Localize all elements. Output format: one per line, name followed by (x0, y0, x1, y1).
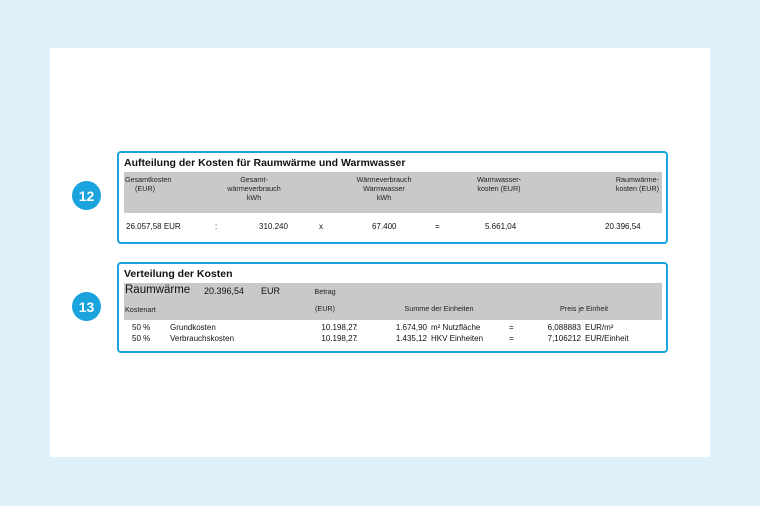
step-badge-13: 13 (72, 292, 101, 321)
row-percent: 50 % (132, 334, 151, 343)
row-colon: : (355, 323, 358, 332)
row-unit-name: HKV Einheiten (431, 334, 484, 343)
header-raumwaermekosten: Raumwärme- kosten (EUR) (615, 175, 659, 193)
cost-distribution-box: Verteilung der Kosten Raumwärme 20.396,5… (117, 262, 668, 353)
header-betrag: Betrag (EUR) (314, 287, 336, 313)
header-kostenart: Kostenart (125, 305, 156, 314)
row-units: 1.435,12 (395, 334, 427, 343)
row-price: 6,088883 (547, 323, 581, 332)
row-price: 7,106212 (547, 334, 581, 343)
header-warmwasserkosten: Warmwasser- kosten (EUR) (476, 175, 522, 193)
operator-divide: : (215, 222, 218, 231)
raumwaerme-value: 20.396,54 (204, 286, 245, 296)
row-price-unit: EUR/m² (585, 323, 614, 332)
row-amount: 10.198,27 (321, 323, 357, 332)
row-percent: 50 % (132, 323, 151, 332)
row-price-unit: EUR/Einheit (585, 334, 629, 343)
value-total-kwh: 310.240 (259, 222, 288, 231)
value-heating-cost: 20.396,54 (605, 222, 641, 231)
cost-split-box: Aufteilung der Kosten für Raumwärme und … (117, 151, 668, 244)
content-card (50, 48, 710, 457)
row-cost-type: Verbrauchskosten (170, 334, 235, 343)
row-units: 1.674,90 (395, 323, 427, 332)
value-warmwater-cost: 5.661,04 (485, 222, 517, 231)
raumwaerme-label: Raumwärme (125, 284, 191, 296)
row-equals: = (509, 323, 514, 332)
step-badge-12: 12 (72, 181, 101, 210)
header-gesamtkosten: Gesamtkosten (EUR) (125, 175, 172, 193)
header-gesamtwaermeverbrauch: Gesamt- wärmeverbrauch kWh (227, 175, 281, 202)
header-preis-einheit: Preis je Einheit (560, 304, 608, 313)
row-colon: : (355, 334, 358, 343)
operator-equals: = (435, 222, 440, 231)
row-unit-name: m² Nutzfläche (431, 323, 481, 332)
raumwaerme-unit: EUR (261, 286, 281, 296)
header-waermeverbrauch-warmwasser: Wärmeverbrauch Warmwasser kWh (356, 175, 412, 202)
header-summe-einheiten: Summe der Einheiten (404, 304, 474, 313)
value-total-cost: 26.057,58 EUR (126, 222, 181, 231)
row-equals: = (509, 334, 514, 343)
row-amount: 10.198,27 (321, 334, 357, 343)
value-warmwater-kwh: 67.400 (372, 222, 397, 231)
row-cost-type: Grundkosten (170, 323, 216, 332)
section-title: Aufteilung der Kosten für Raumwärme und … (124, 157, 406, 169)
operator-multiply: x (319, 222, 323, 231)
section-title: Verteilung der Kosten (124, 268, 233, 280)
